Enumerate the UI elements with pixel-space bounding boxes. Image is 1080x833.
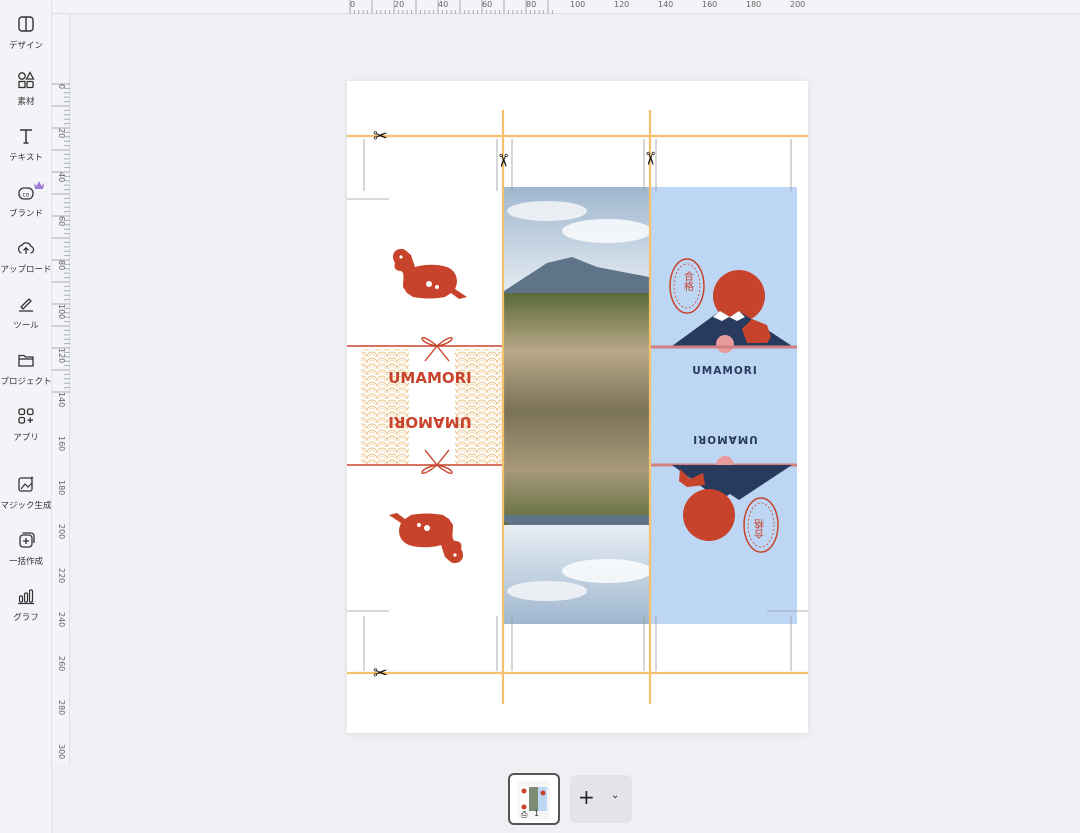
brand-icon: co [16,182,36,202]
ruler-label: 160 [57,436,66,452]
ruler-label: 0 [57,84,66,90]
draw-tool-icon [16,294,36,314]
horizontal-ruler[interactable]: 0 20 40 60 80 100 120 140 160 180 200 [52,0,1080,14]
ruler-label: 180 [746,0,762,9]
sidebar-item-brand[interactable]: co ブランド [0,180,52,228]
ruler-label: 140 [658,0,674,9]
ruler-label: 120 [614,0,630,9]
sidebar-item-label: 素材 [17,97,35,107]
ruler-ticks [349,0,553,14]
ruler-label: 80 [526,0,537,9]
plus-icon: + [578,785,595,809]
ruler-label: 160 [702,0,718,9]
sidebar-item-label: ツール [13,321,39,331]
wave-pattern-left [361,349,409,464]
wave-pattern-right [455,349,503,464]
chart-icon [16,586,36,606]
sidebar-item-text[interactable]: テキスト [0,124,52,172]
sidebar-item-label: マジック生成 [0,501,52,511]
sidebar-item-upload[interactable]: アップロード [0,236,52,284]
ruler-label: 40 [438,0,449,9]
left-sidebar: デザイン 素材 テキスト co ブランド アップロード ツール プロジェクト ア… [0,0,52,833]
sidebar-item-label: デザイン [8,41,43,51]
add-page-button[interactable]: + ⌄ [570,775,632,823]
design-page[interactable]: UMAMORI UMAMORI 合格 UMAMORI UMAMORI 合格 ✂ … [347,81,808,733]
ruler-label: 20 [394,0,405,9]
brand-text-bottom: UMAMORI [388,413,472,431]
scissors-icon: ✂ [373,126,388,147]
printer-icon: ⎙ [521,810,528,819]
page-number: 1 [534,809,540,818]
ruler-label: 100 [57,304,66,320]
sidebar-item-magic-generate[interactable]: マジック生成 [0,472,52,520]
panel-omamori-red[interactable]: UMAMORI UMAMORI [347,199,503,611]
flower-emblem-top [716,335,734,353]
folder-icon [16,350,36,370]
sidebar-item-label: テキスト [9,153,43,163]
ruler-label: 260 [57,656,66,672]
sidebar-item-apps[interactable]: アプリ [0,404,52,452]
panel-omamori-blue[interactable]: 合格 UMAMORI UMAMORI 合格 [651,187,797,624]
ruler-label: 80 [57,260,66,271]
ruler-label: 60 [57,216,66,227]
ruler-label: 240 [57,612,66,628]
design-panel-icon [16,14,36,34]
svg-text:co: co [23,192,30,199]
sidebar-item-label: アプリ [13,433,39,443]
sidebar-item-label: グラフ [13,613,39,623]
seal-text-bottom: 合格 [755,518,767,540]
brand-text-top: UMAMORI [388,369,472,387]
sidebar-item-label: ブランド [8,209,43,219]
ruler-label: 180 [57,480,66,496]
scissors-icon: ✂ [373,663,388,684]
ruler-label: 200 [57,524,66,540]
brand-text-bottom-blue: UMAMORI [692,433,757,445]
ruler-ticks [52,83,70,393]
sidebar-item-label: 一括作成 [8,557,43,567]
seal-text-top: 合格 [682,270,694,292]
bulk-create-icon [16,530,36,550]
rising-sun-bottom [683,489,735,541]
text-icon [16,126,36,146]
sidebar-item-charts[interactable]: グラフ [0,584,52,632]
ruler-label: 140 [57,392,66,408]
design-canvas[interactable]: UMAMORI UMAMORI 合格 UMAMORI UMAMORI 合格 ✂ … [347,81,808,733]
crown-icon [34,174,44,189]
panel-landscape-photo[interactable] [504,187,652,624]
ruler-label: 0 [350,0,356,9]
scissors-icon: ✂ [639,151,660,166]
sidebar-item-bulk-create[interactable]: 一括作成 [0,528,52,576]
upload-cloud-icon [16,238,36,258]
chevron-down-icon[interactable]: ⌄ [611,790,619,801]
ruler-label: 280 [57,700,66,716]
ruler-label: 20 [57,128,66,139]
magic-generate-icon [16,474,36,494]
ruler-label: 120 [57,348,66,364]
vertical-ruler[interactable]: 0 20 40 60 80 100 120 140 160 180 200 22… [52,14,70,764]
brand-text-top-blue: UMAMORI [692,365,757,377]
sidebar-item-label: プロジェクト [0,377,52,387]
apps-icon [16,406,36,426]
ruler-label: 100 [570,0,586,9]
ruler-label: 220 [57,568,66,584]
ruler-label: 300 [57,744,66,760]
sidebar-item-projects[interactable]: プロジェクト [0,348,52,396]
sidebar-item-label: アップロード [0,265,52,275]
ruler-label: 40 [57,172,66,183]
elements-icon [16,70,36,90]
page-thumbnail[interactable]: ⎙ 1 [508,773,560,825]
ruler-label: 60 [482,0,493,9]
sidebar-item-elements[interactable]: 素材 [0,68,52,116]
sidebar-item-design[interactable]: デザイン [0,12,52,60]
sidebar-item-tools[interactable]: ツール [0,292,52,340]
scissors-icon: ✂ [492,153,513,168]
ruler-label: 200 [790,0,806,9]
